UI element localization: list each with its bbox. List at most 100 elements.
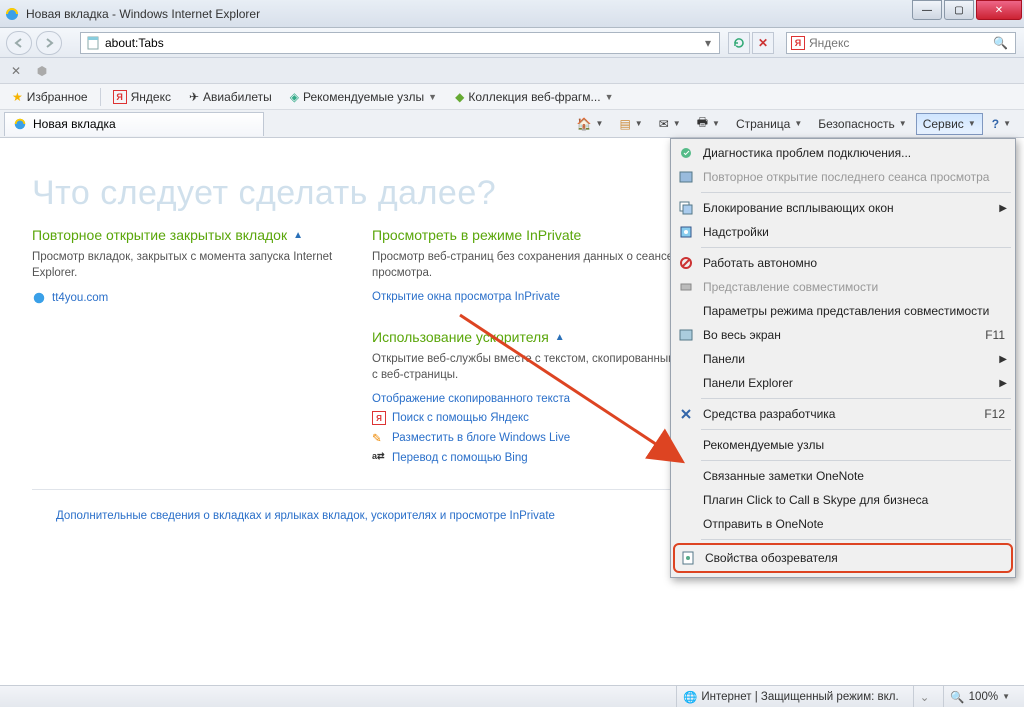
search-input[interactable] [809, 36, 990, 50]
fav-link-flights[interactable]: ✈ Авиабилеты [183, 88, 278, 106]
submenu-arrow-icon: ▶ [999, 378, 1007, 389]
status-protected-mode-toggle[interactable]: ⌄ [913, 686, 936, 707]
menu-item-label: Диагностика проблем подключения... [703, 146, 1005, 160]
address-input[interactable] [105, 36, 701, 50]
section-desc: Просмотр вкладок, закрытых с момента зап… [32, 249, 342, 281]
feeds-button[interactable]: ▤▼ [612, 113, 649, 135]
reopen-link[interactable]: tt4you.com [32, 291, 342, 305]
menu-item[interactable]: Отправить в OneNote [673, 512, 1013, 536]
submenu-arrow-icon: ▶ [999, 354, 1007, 365]
inprivate-link[interactable]: Открытие окна просмотра InPrivate [372, 291, 682, 303]
menu-item[interactable]: Плагин Click to Call в Skype для бизнеса [673, 488, 1013, 512]
diag-icon [677, 144, 695, 162]
sites-icon: ◈ [290, 90, 299, 104]
menu-item[interactable]: Свойства обозревателя [675, 545, 1011, 571]
menu-item[interactable]: Связанные заметки OneNote [673, 464, 1013, 488]
menu-item-label: Средства разработчика [703, 407, 976, 421]
menu-item-label: Отправить в OneNote [703, 517, 1005, 531]
help-icon: ? [992, 117, 999, 131]
menu-separator [701, 247, 1011, 248]
home-icon: 🏠 [577, 117, 592, 131]
blank-icon [677, 350, 695, 368]
section-title[interactable]: Просмотреть в режиме InPrivate [372, 227, 682, 243]
service-menu-button[interactable]: Сервис▼ [916, 113, 983, 135]
ie-icon [13, 117, 27, 131]
section-title-accelerator[interactable]: Использование ускорителя ▲ [372, 329, 682, 345]
menu-item[interactable]: Средства разработчика F12 [673, 402, 1013, 426]
bing-translate-icon: a⇄ [372, 451, 386, 465]
menu-separator [701, 460, 1011, 461]
menu-item[interactable]: Панели▶ [673, 347, 1013, 371]
menu-item[interactable]: Работать автономно [673, 251, 1013, 275]
refresh-button[interactable] [728, 32, 750, 54]
accel-link-bing[interactable]: a⇄ Перевод с помощью Bing [372, 451, 682, 465]
mail-button[interactable]: ✉▼ [652, 113, 688, 135]
menu-item[interactable]: Параметры режима представления совместим… [673, 299, 1013, 323]
page-icon [85, 35, 101, 51]
menu-item[interactable]: Блокирование всплывающих окон▶ [673, 196, 1013, 220]
footer-link[interactable]: Дополнительные сведения о вкладках и ярл… [56, 510, 555, 522]
menu-item[interactable]: Диагностика проблем подключения... [673, 141, 1013, 165]
minimize-button[interactable]: — [912, 0, 942, 20]
fav-link-suggested[interactable]: ◈ Рекомендуемые узлы ▼ [284, 88, 443, 106]
menu-shortcut: F12 [984, 407, 1005, 421]
yandex-icon: Я [372, 411, 386, 425]
windows-live-icon: ✎ [372, 431, 386, 445]
back-button[interactable] [6, 31, 32, 55]
command-row: Новая вкладка 🏠▼ ▤▼ ✉▼ 🖶▼ Страница▼ Безо… [0, 110, 1024, 138]
fav-link-webslices[interactable]: ◆ Коллекция веб-фрагм... ▼ [449, 88, 619, 106]
offline-icon [677, 254, 695, 272]
addon-icon [677, 223, 695, 241]
section-reopen-tabs: Повторное открытие закрытых вкладок ▲ Пр… [32, 227, 342, 471]
blank-icon [677, 374, 695, 392]
accel-note[interactable]: Отображение скопированного текста [372, 393, 682, 405]
globe-icon: 🌐 [683, 690, 697, 704]
ie-icon [4, 6, 20, 22]
slice-icon: ◆ [455, 90, 464, 104]
close-button[interactable]: ✕ [976, 0, 1022, 20]
command-bar: 🏠▼ ▤▼ ✉▼ 🖶▼ Страница▼ Безопасность▼ Серв… [570, 109, 1024, 138]
collapse-icon: ▲ [293, 230, 303, 241]
menu-item[interactable]: Панели Explorer▶ [673, 371, 1013, 395]
section-title[interactable]: Повторное открытие закрытых вкладок ▲ [32, 227, 342, 243]
forward-button[interactable] [36, 31, 62, 55]
ie-icon [32, 291, 46, 305]
menu-item: Повторное открытие последнего сеанса про… [673, 165, 1013, 189]
blank-icon [677, 491, 695, 509]
menu-item-highlighted: Свойства обозревателя [673, 543, 1013, 573]
mail-icon: ✉ [659, 117, 669, 131]
stop-button[interactable]: ✕ [752, 32, 774, 54]
nav-row: ▾ ✕ Я 🔍 [0, 28, 1024, 58]
search-box[interactable]: Я 🔍 [786, 32, 1016, 54]
address-dropdown[interactable]: ▾ [701, 36, 715, 50]
accel-link-live[interactable]: ✎ Разместить в блоге Windows Live [372, 431, 682, 445]
tab-new[interactable]: Новая вкладка [4, 112, 264, 136]
status-zoom[interactable]: 🔍 100% ▼ [943, 686, 1016, 707]
service-menu: Диагностика проблем подключения... Повтор… [670, 138, 1016, 578]
menu-item[interactable]: Рекомендуемые узлы [673, 433, 1013, 457]
menu-item-label: Надстройки [703, 225, 1005, 239]
menu-separator [701, 539, 1011, 540]
fav-link-yandex[interactable]: Я Яндекс [107, 88, 177, 106]
devtools-icon [677, 405, 695, 423]
chevron-down-icon: ▼ [428, 92, 437, 102]
collapse-icon: ▲ [555, 332, 565, 343]
print-button[interactable]: 🖶▼ [690, 109, 727, 138]
search-go-icon[interactable]: 🔍 [990, 36, 1011, 50]
page-menu-button[interactable]: Страница▼ [729, 113, 809, 135]
favorites-button[interactable]: ★ Избранное [6, 88, 94, 106]
plane-icon: ✈ [189, 90, 199, 104]
favorites-label: Избранное [27, 90, 88, 104]
close-tab-icon[interactable]: ✕ [6, 62, 26, 80]
help-button[interactable]: ?▼ [985, 113, 1018, 135]
menu-item[interactable]: Во весь экранF11 [673, 323, 1013, 347]
address-bar[interactable]: ▾ [80, 32, 720, 54]
chevron-icon: ⌄ [920, 690, 930, 704]
home-button[interactable]: 🏠▼ [570, 113, 611, 135]
safety-menu-button[interactable]: Безопасность▼ [811, 113, 913, 135]
blank-icon [677, 467, 695, 485]
menu-item[interactable]: Надстройки [673, 220, 1013, 244]
accel-link-yandex[interactable]: Я Поиск с помощью Яндекс [372, 411, 682, 425]
maximize-button[interactable]: ▢ [944, 0, 974, 20]
menu-separator [701, 192, 1011, 193]
